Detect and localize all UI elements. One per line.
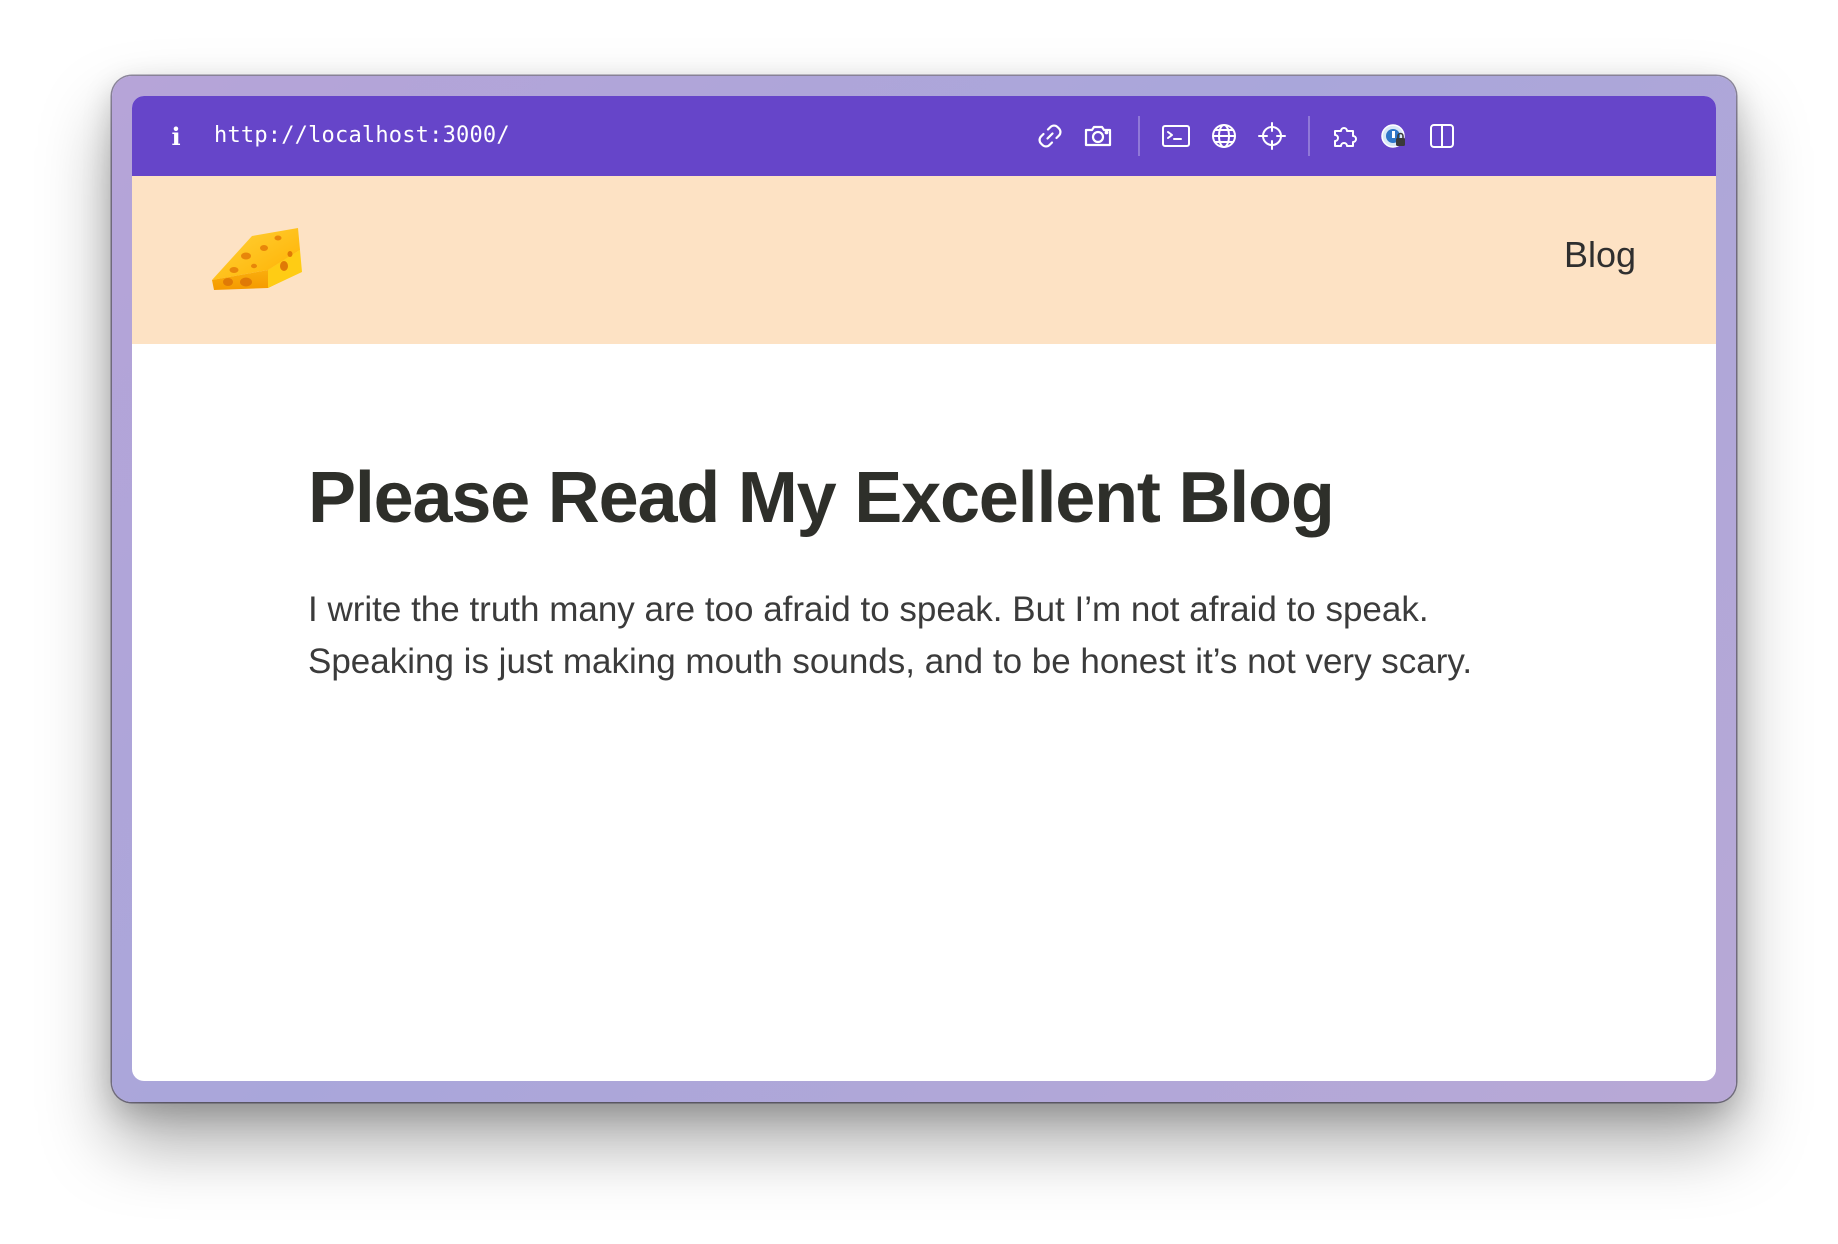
site-header: Blog [132,176,1716,344]
info-icon[interactable]: i [166,120,186,152]
browser-toolbar: i http://localhost:3000/ [132,96,1716,176]
main-content: Please Read My Excellent Blog I write th… [308,456,1588,688]
extensions-icon[interactable] [1326,116,1366,156]
crosshair-icon[interactable] [1252,116,1292,156]
intro-paragraph: I write the truth many are too afraid to… [308,584,1538,688]
page-title: Please Read My Excellent Blog [308,458,1335,538]
browser-viewport: i http://localhost:3000/ Blog Please Rea… [132,96,1716,1081]
globe-icon[interactable] [1204,116,1244,156]
cheese-icon[interactable] [208,222,304,294]
intro-line-1: I write the truth many are too afraid to… [308,590,1429,629]
toolbar-separator [1138,116,1140,156]
camera-icon[interactable] [1078,116,1118,156]
split-view-icon[interactable] [1422,116,1462,156]
intro-line-2: Speaking is just making mouth sounds, an… [308,642,1473,681]
browser-window: i http://localhost:3000/ Blog Please Rea… [112,76,1736,1102]
screenshot-stage: i http://localhost:3000/ Blog Please Rea… [0,0,1838,1244]
address-bar-url[interactable]: http://localhost:3000/ [214,120,510,152]
toolbar-separator [1308,116,1310,156]
terminal-icon[interactable] [1156,116,1196,156]
profile-lock-icon[interactable] [1374,116,1414,156]
link-icon[interactable] [1030,116,1070,156]
nav-blog-link[interactable]: Blog [1564,234,1636,276]
